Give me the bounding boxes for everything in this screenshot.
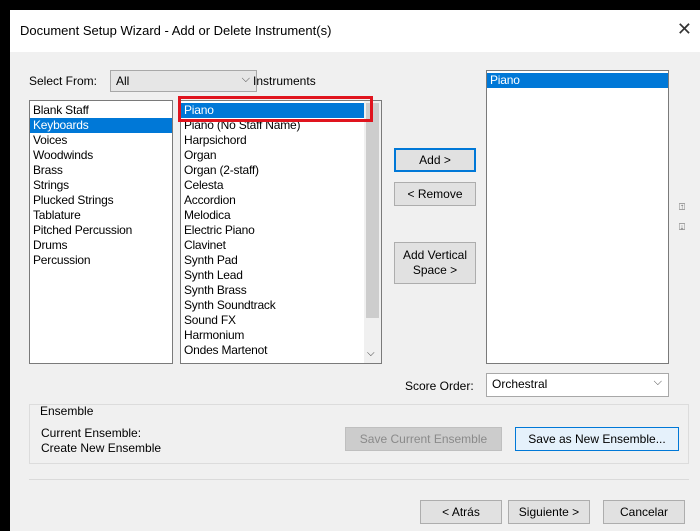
selected-instruments-list[interactable]: Piano <box>486 70 669 364</box>
category-list-item[interactable]: Voices <box>30 133 172 148</box>
add-button[interactable]: Add > <box>394 148 476 172</box>
next-label: Siguiente > <box>518 505 580 519</box>
ensemble-heading: Ensemble <box>40 404 94 418</box>
move-up-icon[interactable]: ⍐ <box>679 202 685 213</box>
instrument-list-item[interactable]: Clavinet <box>181 238 381 253</box>
add-vertical-label-2: Space > <box>412 263 458 277</box>
category-list-item[interactable]: Woodwinds <box>30 148 172 163</box>
instrument-scrollbar[interactable]: ⌵ <box>364 101 381 363</box>
score-order-label: Score Order: <box>405 379 474 393</box>
instrument-list-item[interactable]: Organ (2-staff) <box>181 163 381 178</box>
back-button[interactable]: < Atrás <box>420 500 502 524</box>
selected-instrument-item[interactable]: Piano <box>487 73 668 88</box>
instrument-list-item[interactable]: Synth Lead <box>181 268 381 283</box>
instrument-list-item[interactable]: Celesta <box>181 178 381 193</box>
remove-button[interactable]: < Remove <box>394 182 476 206</box>
instrument-list-item[interactable]: Synth Soundtrack <box>181 298 381 313</box>
instrument-list-item[interactable]: Sound FX <box>181 313 381 328</box>
save-new-ensemble-button[interactable]: Save as New Ensemble... <box>515 427 679 451</box>
category-list-item[interactable]: Blank Staff <box>30 103 172 118</box>
remove-button-label: < Remove <box>407 187 463 201</box>
title-bar: Document Setup Wizard - Add or Delete In… <box>10 10 700 52</box>
instrument-list-item[interactable]: Electric Piano <box>181 223 381 238</box>
category-list-item[interactable]: Drums <box>30 238 172 253</box>
category-list[interactable]: Blank Staff Keyboards Voices Woodwinds Brass… <box>29 100 173 364</box>
instrument-list-item[interactable]: Synth Pad <box>181 253 381 268</box>
back-label: < Atrás <box>442 505 480 519</box>
instrument-list-item[interactable]: Ondes Martenot <box>181 343 381 358</box>
instrument-items: Piano Piano (No Staff Name) Harpsichord Org… <box>181 103 381 358</box>
select-from-dropdown[interactable]: All ⌵ <box>110 70 257 92</box>
scrollbar-thumb[interactable] <box>366 103 379 318</box>
add-button-label: Add > <box>419 153 451 167</box>
save-new-label: Save as New Ensemble... <box>528 432 666 446</box>
instrument-list-item[interactable]: Synth Brass <box>181 283 381 298</box>
save-current-ensemble-button[interactable]: Save Current Ensemble <box>345 427 502 451</box>
chevron-down-icon: ⌵ <box>653 376 662 388</box>
document-setup-dialog: Document Setup Wizard - Add or Delete In… <box>10 10 700 531</box>
instrument-list-item[interactable]: Organ <box>181 148 381 163</box>
instrument-list-item[interactable]: Accordion <box>181 193 381 208</box>
score-order-value: Orchestral <box>492 377 548 391</box>
dialog-body: Select From: All ⌵ Instruments Blank Sta… <box>10 52 700 531</box>
add-vertical-label-1: Add Vertical <box>402 248 468 262</box>
category-list-item[interactable]: Brass <box>30 163 172 178</box>
select-from-label: Select From: <box>29 74 98 88</box>
category-list-item[interactable]: Pitched Percussion <box>30 223 172 238</box>
cancel-button[interactable]: Cancelar <box>603 500 685 524</box>
footer-separator <box>29 479 689 480</box>
category-list-item[interactable]: Percussion <box>30 253 172 268</box>
close-icon[interactable]: ✕ <box>677 20 692 38</box>
instrument-list[interactable]: Piano Piano (No Staff Name) Harpsichord Org… <box>180 100 382 364</box>
add-vertical-space-button[interactable]: Add Vertical Space > <box>394 242 476 284</box>
next-button[interactable]: Siguiente > <box>508 500 590 524</box>
move-down-icon[interactable]: ⍗ <box>679 222 685 233</box>
category-list-item[interactable]: Plucked Strings <box>30 193 172 208</box>
instruments-label: Instruments <box>253 74 316 88</box>
select-from-value: All <box>116 74 130 88</box>
current-ensemble-value: Create New Ensemble <box>41 441 162 455</box>
cancel-label: Cancelar <box>619 505 669 519</box>
save-current-label: Save Current Ensemble <box>359 432 488 446</box>
current-ensemble-label: Current Ensemble: <box>41 426 142 440</box>
window-title: Document Setup Wizard - Add or Delete In… <box>20 23 332 38</box>
score-order-dropdown[interactable]: Orchestral ⌵ <box>486 373 669 397</box>
instrument-list-item[interactable]: Harmonium <box>181 328 381 343</box>
category-list-item[interactable]: Strings <box>30 178 172 193</box>
category-list-item[interactable]: Tablature <box>30 208 172 223</box>
instrument-list-item[interactable]: Harpsichord <box>181 133 381 148</box>
instrument-list-item[interactable]: Melodica <box>181 208 381 223</box>
chevron-down-icon: ⌵ <box>241 73 250 85</box>
highlight-box <box>178 96 373 122</box>
category-list-item[interactable]: Keyboards <box>30 118 172 133</box>
scroll-down-icon[interactable]: ⌵ <box>367 348 375 359</box>
